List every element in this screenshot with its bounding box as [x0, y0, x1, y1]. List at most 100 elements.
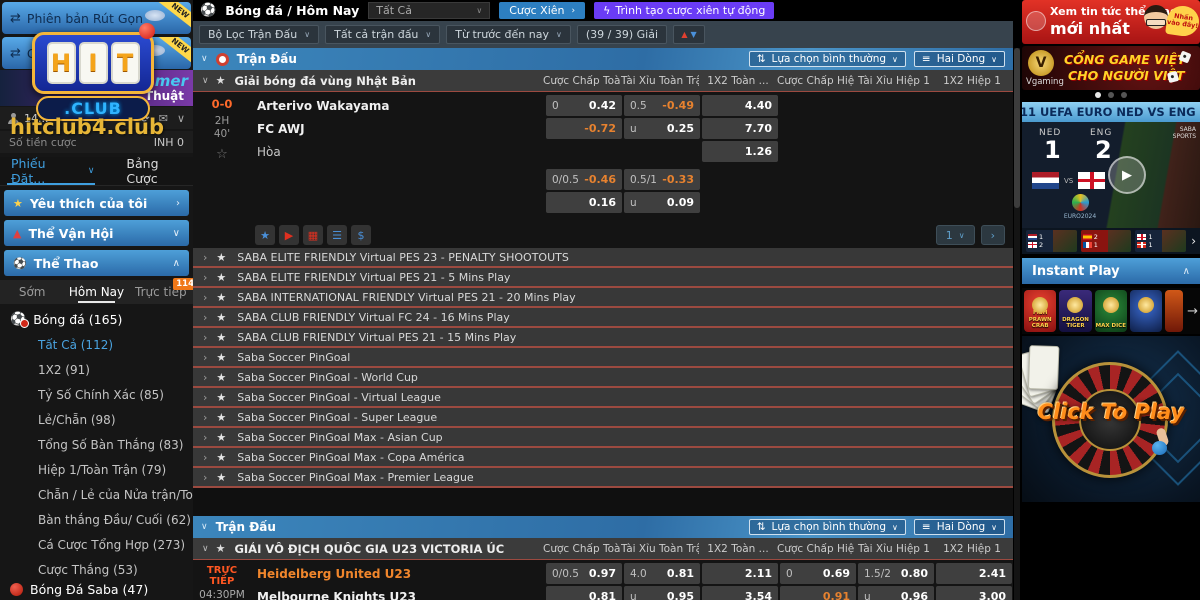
- star-icon[interactable]: ★: [216, 431, 226, 444]
- euro-highlight-banner[interactable]: 07/11 UEFA EURO NED VS ENG H...: [1022, 102, 1200, 122]
- star-icon[interactable]: ★: [216, 271, 226, 284]
- tab-live[interactable]: Trực tiếp 114: [129, 280, 193, 304]
- collapse-chevron-icon[interactable]: ∨: [202, 76, 209, 86]
- next-page-button[interactable]: ›: [981, 225, 1005, 245]
- star-icon[interactable]: ★: [216, 411, 226, 424]
- league-row[interactable]: › ★ Saba Soccer PinGoal Max - Copa Améri…: [193, 448, 1013, 468]
- odds-cell[interactable]: u 0.09: [624, 192, 700, 213]
- menu-item-correct-score[interactable]: Tỷ Số Chính Xác (85): [0, 383, 193, 408]
- tab-today[interactable]: Hôm Nay: [64, 280, 128, 304]
- all-matches-select[interactable]: Tất cả trận đấu ∨: [325, 25, 440, 44]
- favorite-star-icon[interactable]: ☆: [193, 147, 251, 162]
- menu-item-ht-ft[interactable]: Hiệp 1/Toàn Trận (79): [0, 458, 193, 483]
- odds-cell[interactable]: 0/0.5 -0.46: [546, 169, 622, 190]
- menu-item-odd-even[interactable]: Lẻ/Chẵn (98): [0, 408, 193, 433]
- odds-cell[interactable]: 1.26: [702, 141, 778, 162]
- menu-item-total-goals[interactable]: Tổng Số Bàn Thắng (83): [0, 433, 193, 458]
- menu-item-first-last-goal[interactable]: Bàn thắng Đầu/ Cuối (62): [0, 508, 193, 533]
- all-filter-select[interactable]: Tất Cả ∨: [368, 2, 490, 19]
- league-row[interactable]: › ★ Saba Soccer PinGoal: [193, 348, 1013, 368]
- odds-cell[interactable]: 4.0 0.81: [624, 563, 700, 584]
- olympic-button[interactable]: ▲ Thể Vận Hội ∨: [4, 220, 189, 246]
- odds-cell[interactable]: 0.5 -0.49: [624, 95, 700, 116]
- odds-cell[interactable]: -0.72: [546, 118, 622, 139]
- auto-parlay-button[interactable]: ϟ Trình tạo cược xiên tự động: [594, 2, 774, 19]
- star-icon[interactable]: ★: [216, 311, 226, 324]
- sort-button[interactable]: ▲ ▼: [673, 25, 705, 44]
- odds-cell[interactable]: 1.5/2 0.80: [858, 563, 934, 584]
- sidebar-item-football[interactable]: ⚽ Bóng đá (165): [0, 307, 193, 331]
- star-icon[interactable]: ★: [216, 471, 226, 484]
- casino-promo-banner[interactable]: Click To Play: [1022, 336, 1200, 502]
- odds-cell[interactable]: 0.81: [546, 586, 622, 600]
- game-more[interactable]: [1165, 290, 1183, 332]
- two-rows-select[interactable]: ≡ Hai Dòng ∨: [914, 51, 1005, 67]
- next-highlights-button[interactable]: ›: [1191, 234, 1196, 248]
- tab-early[interactable]: Sớm: [0, 280, 64, 304]
- star-icon[interactable]: ★: [216, 391, 226, 404]
- carousel-dot[interactable]: [1108, 92, 1114, 98]
- odds-cell[interactable]: 0.5/1 -0.33: [624, 169, 700, 190]
- odds-cell[interactable]: 2.41: [936, 563, 1012, 584]
- live-center-button[interactable]: ▦: [303, 225, 323, 245]
- game-fish-prawn-crab[interactable]: FISH PRAWN CRAB: [1024, 290, 1056, 332]
- collapse-chevron-icon[interactable]: ∨: [202, 544, 209, 554]
- time-range-select[interactable]: Từ trước đến nay ∨: [446, 25, 571, 44]
- menu-item-all[interactable]: Tất Cả (112): [0, 333, 193, 358]
- odds-cell[interactable]: 0 0.69: [780, 563, 856, 584]
- game-dragon-tiger[interactable]: DRAGON TIGER: [1059, 290, 1091, 332]
- two-rows-select[interactable]: ≡ Hai Dòng ∨: [914, 519, 1005, 535]
- normal-selection-select[interactable]: ⇅ Lựa chọn bình thường ∨: [749, 519, 906, 535]
- odds-cell[interactable]: 7.70: [702, 118, 778, 139]
- star-icon[interactable]: ★: [216, 251, 226, 264]
- star-icon[interactable]: ★: [216, 371, 226, 384]
- game-lottery[interactable]: [1130, 290, 1162, 332]
- menu-item-mix-parlay[interactable]: Cá Cược Tổng Hợp (273): [0, 533, 193, 558]
- league-row[interactable]: › ★ SABA ELITE FRIENDLY Virtual PES 23 -…: [193, 248, 1013, 268]
- league-row[interactable]: › ★ Saba Soccer PinGoal - Super League: [193, 408, 1013, 428]
- game-max-dice[interactable]: MAX DICE: [1095, 290, 1127, 332]
- menu-item-1x2[interactable]: 1X2 (91): [0, 358, 193, 383]
- star-icon[interactable]: ★: [216, 351, 226, 364]
- menu-item-half-odd-even[interactable]: Chẵn / Lẻ của Nửa trận/To... (72): [0, 483, 193, 508]
- league-row[interactable]: › ★ Saba Soccer PinGoal - World Cup: [193, 368, 1013, 388]
- cashout-button[interactable]: $: [351, 225, 371, 245]
- star-icon[interactable]: ★: [216, 331, 226, 344]
- collapse-chevron-icon[interactable]: ∨: [201, 522, 208, 532]
- tab-bet-slip[interactable]: Phiếu Đặt... ∨: [11, 156, 94, 186]
- odds-cell[interactable]: 0.91: [780, 586, 856, 600]
- star-icon[interactable]: ★: [216, 451, 226, 464]
- star-icon[interactable]: ★: [216, 291, 226, 304]
- odds-cell[interactable]: 0/0.5 0.97: [546, 563, 622, 584]
- vgaming-banner[interactable]: V Vgaming CỔNG GAME VIỆT CHO NGƯỜI VIỆT: [1022, 46, 1200, 90]
- collapse-chevron-icon[interactable]: ∨: [201, 54, 208, 64]
- highlight-card[interactable]: 1 1: [1135, 230, 1186, 252]
- league-row[interactable]: › ★ Saba Soccer PinGoal Max - Premier Le…: [193, 468, 1013, 488]
- odds-cell[interactable]: 0 0.42: [546, 95, 622, 116]
- tab-bet-board[interactable]: Bảng Cược: [126, 156, 193, 186]
- carousel-dot[interactable]: [1121, 92, 1127, 98]
- star-icon[interactable]: ★: [216, 74, 226, 87]
- odds-cell[interactable]: 3.54: [702, 586, 778, 600]
- league-row[interactable]: › ★ SABA CLUB FRIENDLY Virtual PES 21 - …: [193, 328, 1013, 348]
- sidebar-item-saba-football[interactable]: Bóng Đá Saba (47): [0, 579, 193, 600]
- league-row[interactable]: › ★ Saba Soccer PinGoal - Virtual League: [193, 388, 1013, 408]
- chevron-down-icon[interactable]: ∨: [177, 112, 185, 125]
- favorites-button[interactable]: ★ Yêu thích của tôi ›: [4, 190, 189, 216]
- odds-cell[interactable]: 4.40: [702, 95, 778, 116]
- scrollbar-thumb[interactable]: [1014, 48, 1020, 208]
- news-banner[interactable]: Xem tin tức thể thao mới nhất Nhấn vào đ…: [1022, 0, 1200, 44]
- carousel-dot[interactable]: [1095, 92, 1101, 98]
- more-games-arrow[interactable]: →: [1187, 304, 1198, 319]
- star-icon[interactable]: ★: [216, 542, 226, 555]
- highlight-card[interactable]: 2 1: [1081, 230, 1132, 252]
- instant-play-header[interactable]: Instant Play ∧: [1022, 258, 1200, 284]
- league-row[interactable]: › ★ Saba Soccer PinGoal Max - Asian Cup: [193, 428, 1013, 448]
- play-button[interactable]: ▶: [1108, 156, 1146, 194]
- odds-cell[interactable]: u 0.95: [624, 586, 700, 600]
- stats-button[interactable]: ☰: [327, 225, 347, 245]
- league-row[interactable]: › ★ SABA CLUB FRIENDLY Virtual FC 24 - 1…: [193, 308, 1013, 328]
- vertical-scrollbar[interactable]: [1014, 48, 1020, 600]
- league-row[interactable]: › ★ SABA INTERNATIONAL FRIENDLY Virtual …: [193, 288, 1013, 308]
- favorite-button[interactable]: ★: [255, 225, 275, 245]
